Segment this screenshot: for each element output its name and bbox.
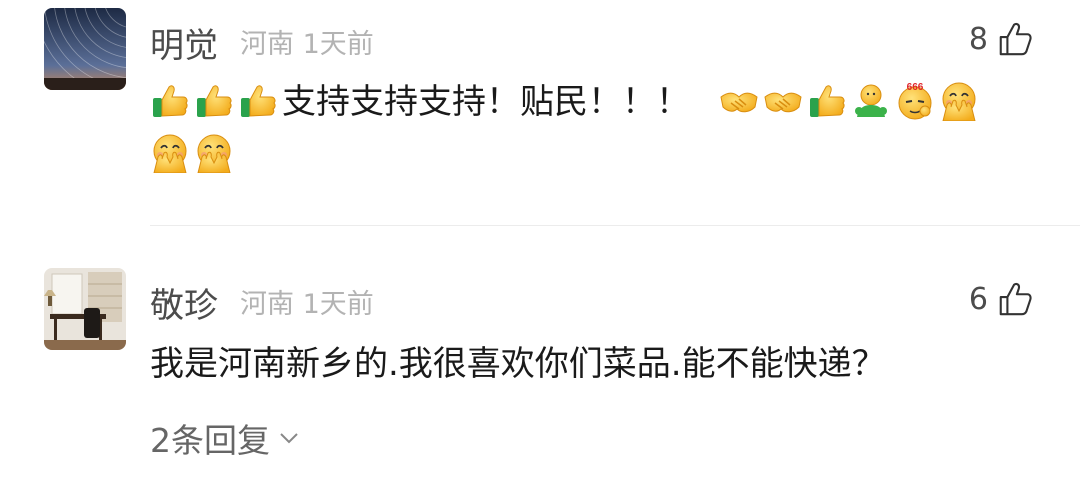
like-count: 8	[968, 21, 988, 57]
thumbs-up-outline-icon	[996, 280, 1034, 318]
avatar[interactable]	[44, 268, 126, 350]
666-face-icon	[895, 81, 935, 121]
comment-text: 我是河南新乡的.我很喜欢你们菜品.能不能快递？	[150, 344, 886, 384]
like-button[interactable]: 8	[969, 20, 1034, 58]
thumbs-up-icon	[150, 81, 190, 121]
location-label: 河南	[240, 289, 294, 320]
thumbs-up-icon	[807, 81, 847, 121]
facepalm-smile-icon	[194, 133, 234, 173]
comment-body: 支持支持支持！贴民！！！	[282, 82, 690, 122]
time-label: 1天前	[302, 289, 374, 320]
location-label: 河南	[240, 29, 294, 60]
green-sprout-icon	[851, 81, 891, 121]
view-replies-button[interactable]: 2条回复	[150, 414, 302, 462]
author-name[interactable]: 明觉	[150, 18, 218, 67]
comment-text: 支持支持支持！贴民！！！	[150, 76, 1050, 180]
thumbs-up-icon	[238, 81, 278, 121]
facepalm-smile-icon	[939, 81, 979, 121]
comment-item[interactable]: 明觉 河南 1天前 8 支持支持支持！贴民！！！	[0, 0, 1080, 225]
handshake-icon	[719, 81, 759, 121]
avatar[interactable]	[44, 8, 126, 90]
thumbs-up-icon	[194, 81, 234, 121]
facepalm-smile-icon	[150, 133, 190, 173]
time-label: 1天前	[302, 29, 374, 60]
like-count: 6	[968, 281, 988, 317]
star-trails-avatar-image	[44, 8, 126, 90]
chevron-down-icon	[280, 433, 298, 444]
author-name[interactable]: 敬珍	[150, 278, 218, 327]
comment-meta: 河南 1天前	[240, 282, 374, 321]
thumbs-up-outline-icon	[996, 20, 1034, 58]
like-button[interactable]: 6	[969, 280, 1034, 318]
handshake-icon	[763, 81, 803, 121]
comment-item[interactable]: 敬珍 河南 1天前 6 我是河南新乡的.我很喜欢你们菜品.能不能快递？ 2条回复	[0, 226, 1080, 489]
comment-meta: 河南 1天前	[240, 22, 374, 61]
replies-label: 2条回复	[150, 421, 270, 460]
study-room-avatar-image	[44, 268, 126, 350]
